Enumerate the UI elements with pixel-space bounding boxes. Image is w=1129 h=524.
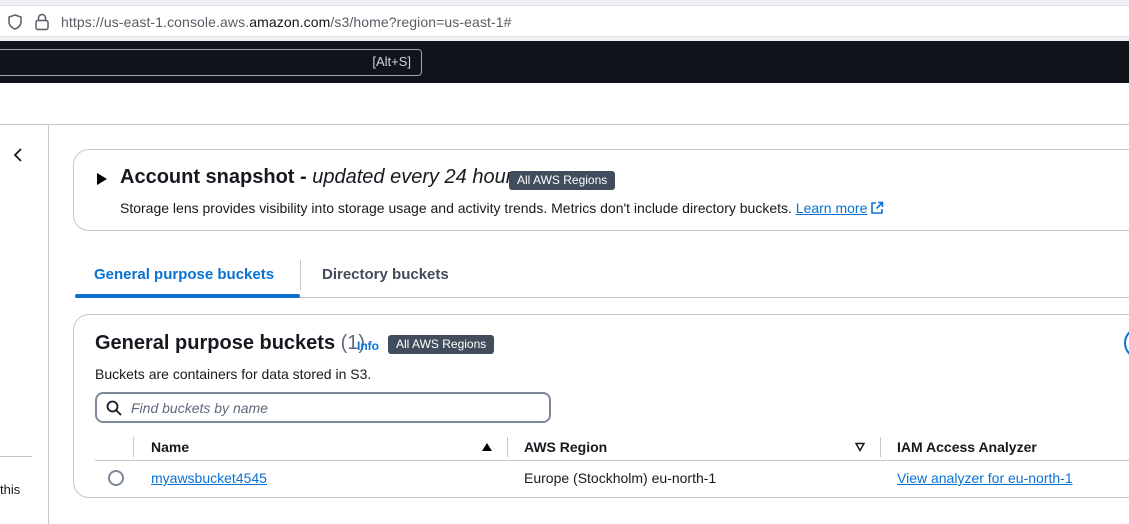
buckets-description: Buckets are containers for data stored i… xyxy=(95,366,372,382)
bucket-search-input[interactable] xyxy=(131,398,531,418)
browser-toolbar: https://us-east-1.console.aws.amazon.com… xyxy=(0,0,1129,41)
learn-more-link[interactable]: Learn more xyxy=(796,200,885,216)
search-shortcut-hint: [Alt+S] xyxy=(372,54,411,69)
info-link[interactable]: Info xyxy=(357,339,379,353)
side-divider xyxy=(0,456,32,457)
column-separator[interactable] xyxy=(880,437,881,457)
column-separator xyxy=(133,437,134,457)
active-tab-indicator xyxy=(75,294,300,298)
aws-top-nav: [Alt+S] xyxy=(0,41,1129,83)
column-header-access-analyzer[interactable]: IAM Access Analyzer xyxy=(897,439,1037,455)
external-link-icon xyxy=(871,201,884,214)
search-icon xyxy=(106,400,122,416)
account-snapshot-panel: Account snapshot - updated every 24 hour… xyxy=(73,149,1129,231)
bucket-name-link[interactable]: myawsbucket4545 xyxy=(151,470,267,486)
side-navigation: this xyxy=(0,125,49,524)
bucket-region: Europe (Stockholm) eu-north-1 xyxy=(524,470,717,486)
aws-search-input[interactable]: [Alt+S] xyxy=(0,49,422,76)
snapshot-title: Account snapshot - updated every 24 hour… xyxy=(120,166,523,188)
snapshot-description: Storage lens provides visibility into st… xyxy=(120,200,884,216)
shield-icon[interactable] xyxy=(7,14,23,30)
regions-badge: All AWS Regions xyxy=(509,171,616,190)
row-select-radio[interactable] xyxy=(108,470,124,486)
bucket-search-box[interactable] xyxy=(95,392,551,423)
side-panel-text: this xyxy=(0,482,21,497)
caret-right-icon[interactable] xyxy=(96,172,108,186)
regions-badge: All AWS Regions xyxy=(388,335,495,354)
breadcrumb-bar xyxy=(0,83,1129,125)
tab-general-purpose-buckets[interactable]: General purpose buckets xyxy=(94,266,274,283)
refresh-button[interactable] xyxy=(1124,327,1129,359)
column-header-name[interactable]: Name xyxy=(151,439,189,455)
url-text[interactable]: https://us-east-1.console.aws.amazon.com… xyxy=(61,14,512,30)
view-analyzer-link[interactable]: View analyzer for eu-north-1 xyxy=(897,470,1073,486)
chevron-left-icon[interactable] xyxy=(10,147,26,163)
general-purpose-buckets-panel: General purpose buckets (1) Info All AWS… xyxy=(73,314,1129,498)
tab-separator xyxy=(300,260,301,290)
table-header: Name AWS Region IAM Access Analyzer xyxy=(95,433,1129,461)
column-separator[interactable] xyxy=(507,437,508,457)
bucket-tabs: General purpose buckets Directory bucket… xyxy=(75,256,1129,298)
sort-descending-icon[interactable] xyxy=(855,442,865,452)
lock-icon[interactable] xyxy=(34,13,50,31)
column-header-region[interactable]: AWS Region xyxy=(524,439,607,455)
buckets-title: General purpose buckets (1) xyxy=(95,332,366,354)
tab-directory-buckets[interactable]: Directory buckets xyxy=(322,266,449,283)
address-bar[interactable]: https://us-east-1.console.aws.amazon.com… xyxy=(0,5,1129,37)
sort-ascending-icon[interactable] xyxy=(482,442,492,452)
table-row[interactable]: myawsbucket4545 Europe (Stockholm) eu-no… xyxy=(95,462,1129,492)
